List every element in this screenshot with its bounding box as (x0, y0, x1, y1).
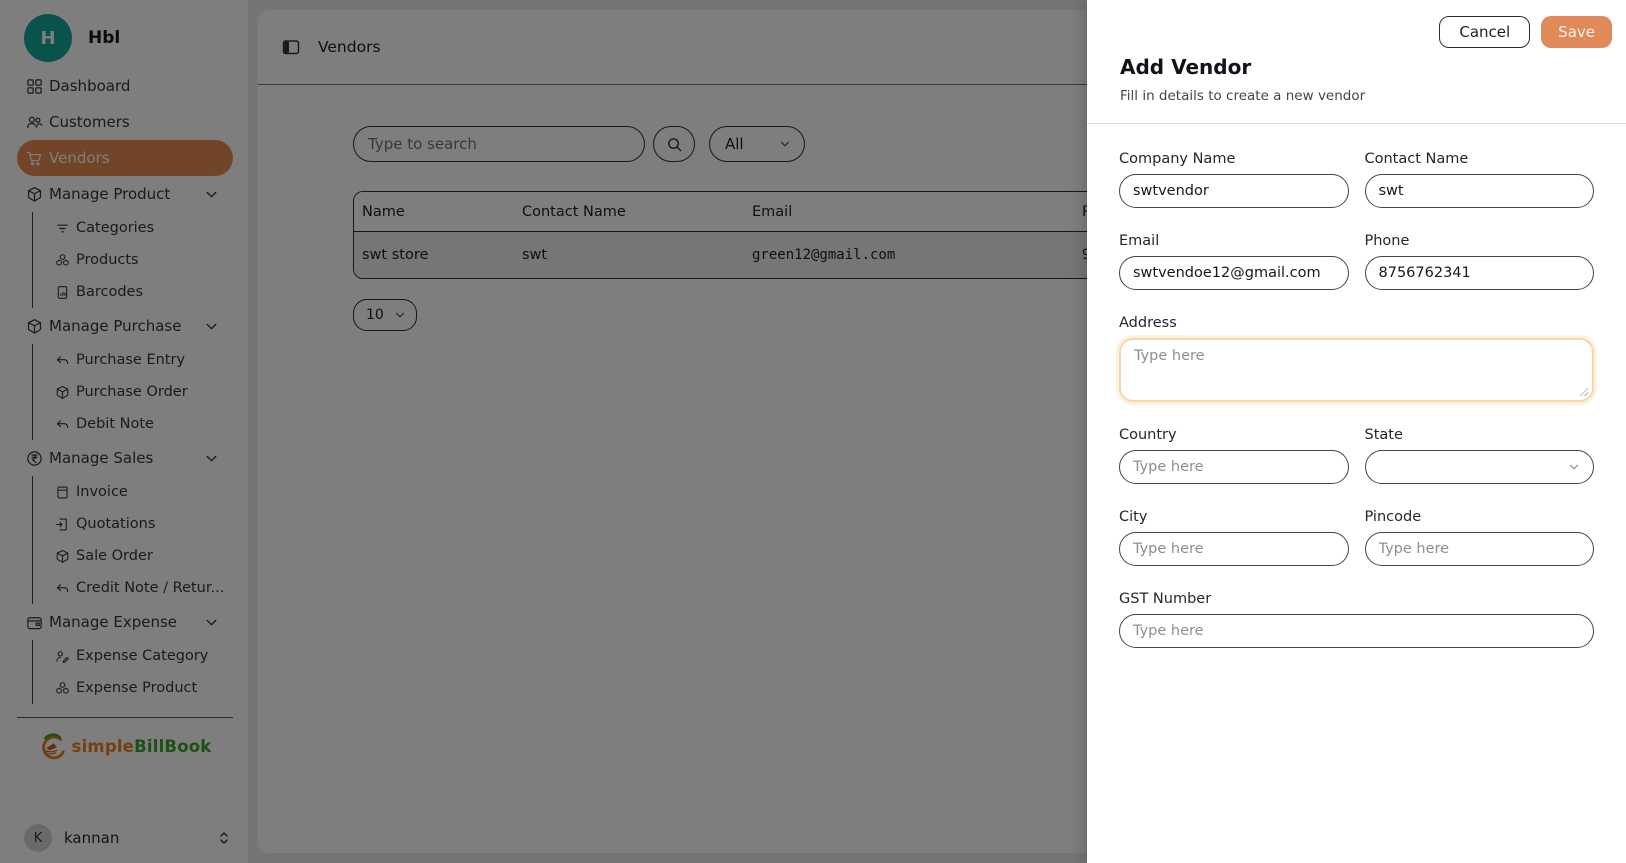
email-input[interactable] (1119, 256, 1349, 290)
field-label: State (1365, 428, 1595, 443)
field-label: Company Name (1119, 152, 1349, 167)
address-textarea[interactable] (1119, 338, 1594, 402)
field-label: Pincode (1365, 510, 1595, 525)
field-label: City (1119, 510, 1349, 525)
drawer-actions: Cancel Save (1439, 16, 1612, 48)
field-label: Email (1119, 234, 1349, 249)
state-field: State (1365, 428, 1595, 484)
field-label: Address (1119, 316, 1594, 331)
contact-name-field: Contact Name (1365, 152, 1595, 208)
company-name-field: Company Name (1119, 152, 1349, 208)
email-field: Email (1119, 234, 1349, 290)
field-label: Country (1119, 428, 1349, 443)
cancel-button[interactable]: Cancel (1439, 16, 1530, 48)
company-name-input[interactable] (1119, 174, 1349, 208)
drawer-title: Add Vendor (1120, 55, 1251, 79)
drawer-subtitle: Fill in details to create a new vendor (1120, 88, 1365, 104)
pincode-input[interactable] (1365, 532, 1595, 566)
phone-field: Phone (1365, 234, 1595, 290)
app-root: H Hbl Dashboard Customers Vendors Manage… (0, 0, 1626, 863)
field-label: Phone (1365, 234, 1595, 249)
pincode-field: Pincode (1365, 510, 1595, 566)
gst-number-field: GST Number (1119, 592, 1594, 648)
field-label: Contact Name (1365, 152, 1595, 167)
gst-number-input[interactable] (1119, 614, 1594, 648)
drawer-header: Cancel Save Add Vendor Fill in details t… (1087, 0, 1626, 124)
field-label: GST Number (1119, 592, 1594, 607)
state-select-wrap (1365, 450, 1595, 484)
country-input[interactable] (1119, 450, 1349, 484)
city-input[interactable] (1119, 532, 1349, 566)
address-textarea-wrap (1119, 338, 1594, 402)
chevron-down-icon (1567, 460, 1581, 474)
country-field: Country (1119, 428, 1349, 484)
city-field: City (1119, 510, 1349, 566)
add-vendor-drawer: Cancel Save Add Vendor Fill in details t… (1087, 0, 1626, 863)
add-vendor-form: Company Name Contact Name Email Phone Ad… (1087, 124, 1626, 648)
contact-name-input[interactable] (1365, 174, 1595, 208)
state-select[interactable] (1365, 450, 1595, 484)
phone-input[interactable] (1365, 256, 1595, 290)
address-field: Address (1119, 316, 1594, 402)
save-button[interactable]: Save (1541, 16, 1612, 48)
